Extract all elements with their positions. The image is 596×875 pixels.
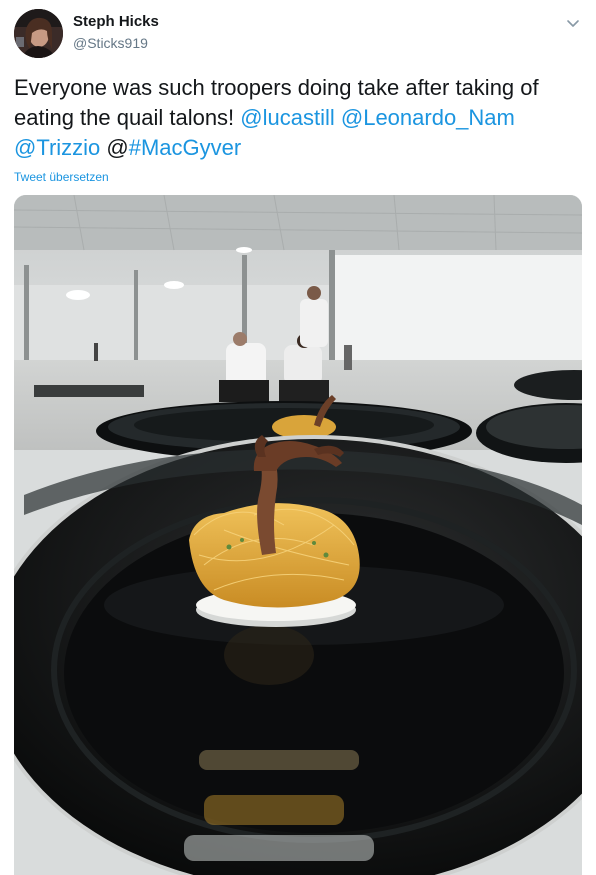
tweet-text: Everyone was such troopers doing take af… [14,73,582,163]
photo-image [14,195,582,875]
mention-link[interactable]: @Leonardo_Nam [341,105,515,130]
mention-link[interactable]: @lucastill [240,105,334,130]
translate-tweet-link[interactable]: Tweet übersetzen [14,170,109,184]
tweet: Steph Hicks @Sticks919 Everyone was such… [0,0,596,875]
avatar[interactable] [14,9,63,58]
tweet-photo[interactable] [14,195,582,875]
hashtag-link[interactable]: #MacGyver [129,135,241,160]
user-handle[interactable]: @Sticks919 [73,35,148,51]
user-name[interactable]: Steph Hicks [73,13,159,30]
tweet-text-at: @ [100,135,129,160]
avatar-image [14,9,63,58]
mention-link[interactable]: @Trizzio [14,135,100,160]
chevron-down-icon[interactable] [562,12,584,34]
